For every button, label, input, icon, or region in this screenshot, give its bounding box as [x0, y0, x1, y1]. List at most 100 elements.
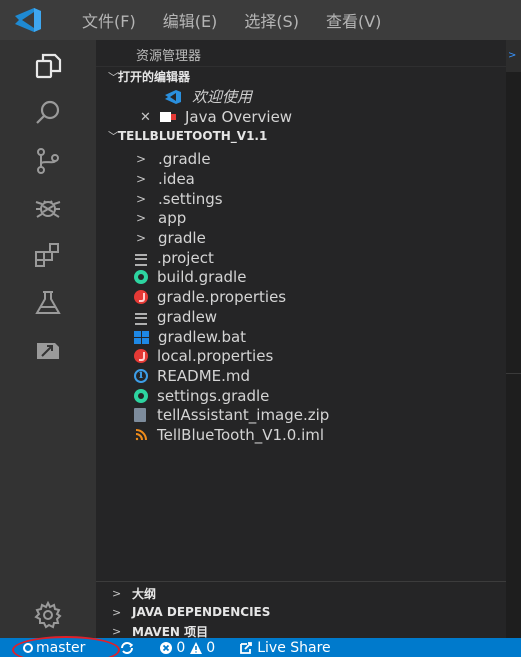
section-java-dependencies[interactable]: > JAVA DEPENDENCIES	[96, 602, 506, 622]
branch-indicator[interactable]: master	[11, 635, 121, 657]
file-item[interactable]: gradle.properties	[96, 287, 506, 307]
java-icon	[134, 290, 148, 304]
sidebar-title: 资源管理器	[136, 49, 202, 64]
file-label: local.properties	[157, 347, 274, 365]
file-label: settings.gradle	[157, 387, 270, 405]
chevron-right-icon: >	[136, 231, 147, 245]
debug-icon[interactable]	[24, 186, 72, 230]
status-bar: master 0 0 Live Share	[0, 635, 521, 657]
info-icon	[134, 368, 148, 383]
file-item[interactable]: README.md	[96, 366, 506, 386]
editor-tab-strip[interactable]: >	[506, 40, 521, 72]
file-item[interactable]: tellAssistant_image.zip	[96, 405, 506, 425]
chevron-right-icon: >	[112, 586, 122, 600]
menu-edit[interactable]: 编辑(E)	[163, 8, 218, 32]
vscode-tab-icon: >	[508, 50, 517, 61]
live-share-icon	[240, 641, 253, 654]
open-editor-item[interactable]: ✕ Java Overview	[96, 107, 506, 127]
section-open-editors[interactable]: ﹀ 打开的编辑器	[96, 66, 506, 86]
lines-icon	[134, 251, 148, 266]
warning-count: 0	[206, 639, 216, 656]
section-label: MAVEN 项目	[132, 624, 209, 639]
file-item[interactable]: gradlew.bat	[96, 327, 506, 347]
settings-gear-icon[interactable]	[24, 593, 72, 637]
divider	[96, 581, 506, 582]
file-item[interactable]: build.gradle	[96, 267, 506, 287]
chevron-right-icon: >	[136, 211, 147, 225]
divider	[506, 373, 521, 374]
project-name: TELLBLUETOOTH_V1.1	[118, 129, 268, 143]
file-item[interactable]: .project	[96, 248, 506, 268]
folder-item[interactable]: > .settings	[96, 189, 506, 209]
file-label: build.gradle	[157, 268, 247, 286]
section-maven[interactable]: > MAVEN 项目	[96, 621, 506, 639]
branch-name: master	[36, 639, 86, 656]
file-item[interactable]: local.properties	[96, 346, 506, 366]
menu-bar: 文件(F) 编辑(E) 选择(S) 查看(V)	[82, 0, 381, 40]
sync-branch-icon	[23, 642, 33, 653]
remote-explorer-icon[interactable]	[24, 328, 72, 372]
open-editor-item[interactable]: 欢迎使用	[96, 87, 506, 107]
section-project[interactable]: ﹀ TELLBLUETOOTH_V1.1	[96, 126, 506, 146]
file-label: gradle.properties	[157, 288, 287, 306]
close-icon[interactable]: ✕	[140, 110, 156, 125]
vscode-icon	[164, 90, 182, 104]
java-icon	[134, 349, 148, 363]
error-count: 0	[176, 639, 186, 656]
explorer-sidebar: 资源管理器 ﹀ 打开的编辑器 欢迎使用 ✕ Java Overview ﹀ TE…	[96, 40, 506, 638]
folder-label: .idea	[158, 170, 195, 188]
chevron-down-icon: ﹀	[108, 70, 119, 84]
explorer-icon[interactable]	[24, 44, 72, 88]
chevron-down-icon: ﹀	[108, 130, 119, 143]
menu-selection[interactable]: 选择(S)	[244, 8, 299, 32]
menu-view[interactable]: 查看(V)	[326, 8, 381, 32]
error-icon	[160, 641, 173, 654]
search-icon[interactable]	[24, 91, 72, 135]
folder-item[interactable]: > .idea	[96, 169, 506, 189]
vscode-logo-icon	[12, 6, 44, 34]
open-editor-label: 欢迎使用	[192, 88, 253, 106]
folder-label: .settings	[158, 190, 223, 208]
activity-bar	[0, 40, 96, 638]
sync-button[interactable]	[119, 641, 135, 655]
title-bar: 文件(F) 编辑(E) 选择(S) 查看(V)	[0, 0, 521, 40]
folder-item[interactable]: > gradle	[96, 228, 506, 248]
gradle-icon	[134, 270, 148, 284]
source-control-icon[interactable]	[24, 139, 72, 183]
live-share-button[interactable]: Live Share	[239, 639, 331, 656]
file-label: TellBlueTooth_V1.0.iml	[157, 426, 325, 444]
sync-icon	[121, 641, 134, 654]
section-label: 打开的编辑器	[118, 70, 191, 84]
zip-icon	[134, 408, 146, 422]
gradle-icon	[134, 389, 148, 403]
file-label: gradlew	[157, 308, 218, 326]
problems-indicator[interactable]: 0 0	[159, 640, 215, 656]
section-outline[interactable]: > 大纲	[96, 583, 506, 603]
chevron-right-icon: >	[136, 192, 147, 206]
windows-icon	[134, 330, 149, 344]
folder-item[interactable]: > app	[96, 208, 506, 228]
section-label: 大纲	[132, 586, 157, 601]
chevron-right-icon: >	[112, 624, 122, 638]
chevron-right-icon: >	[136, 152, 147, 166]
folder-label: gradle	[158, 229, 206, 247]
lines-icon	[134, 310, 148, 325]
file-label: tellAssistant_image.zip	[157, 406, 330, 424]
extensions-icon[interactable]	[24, 233, 72, 277]
warning-icon	[190, 641, 203, 654]
folder-label: .gradle	[158, 150, 211, 168]
file-item[interactable]: TellBlueTooth_V1.0.iml	[96, 425, 506, 445]
test-flask-icon[interactable]	[24, 281, 72, 325]
file-label: README.md	[157, 367, 251, 385]
file-item[interactable]: settings.gradle	[96, 386, 506, 406]
section-label: JAVA DEPENDENCIES	[132, 605, 271, 619]
rss-icon	[134, 428, 148, 442]
menu-file[interactable]: 文件(F)	[82, 8, 136, 32]
chevron-right-icon: >	[112, 605, 122, 619]
live-share-label: Live Share	[257, 639, 331, 656]
file-item[interactable]: gradlew	[96, 307, 506, 327]
editor-area: >	[506, 40, 521, 638]
folder-item[interactable]: > .gradle	[96, 149, 506, 169]
open-editor-label: Java Overview	[185, 108, 293, 126]
file-label: .project	[157, 249, 214, 267]
